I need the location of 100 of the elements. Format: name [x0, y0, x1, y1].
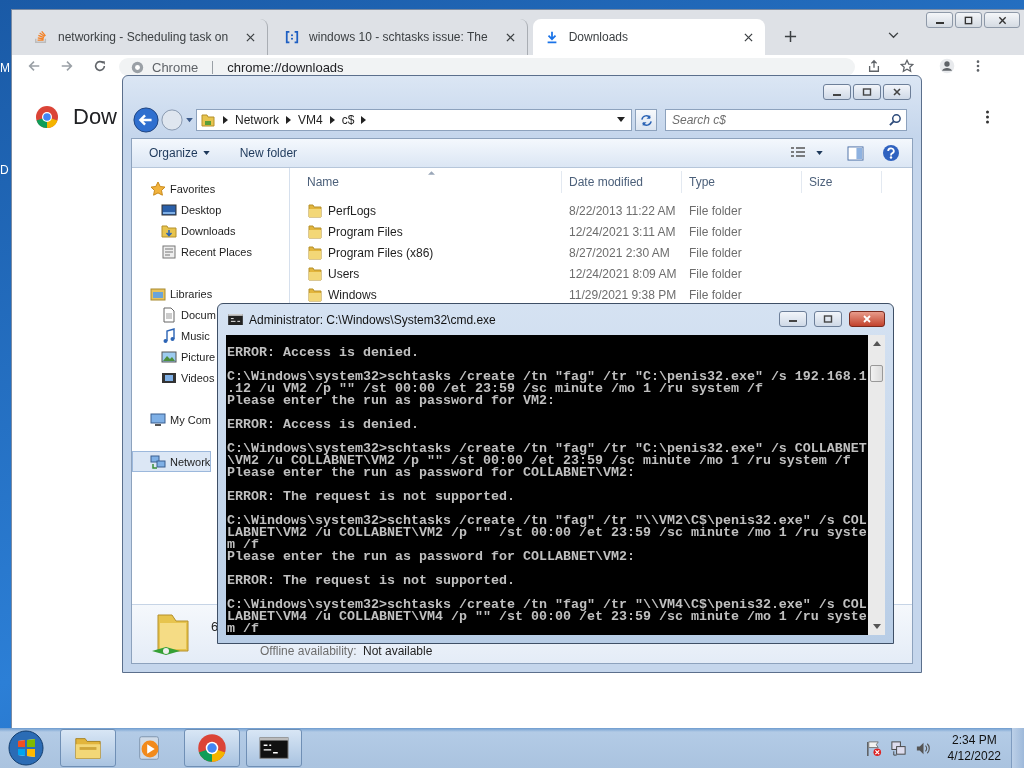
picture-icon — [161, 348, 177, 365]
chevron-right-icon[interactable] — [329, 116, 335, 124]
close-icon[interactable] — [743, 32, 753, 42]
nav-item[interactable]: Picture — [132, 346, 217, 367]
forward-arrow-icon[interactable] — [60, 59, 74, 73]
search-icon[interactable] — [889, 113, 902, 126]
caret-icon[interactable] — [816, 151, 823, 155]
minimize-icon — [789, 320, 797, 322]
search-field[interactable]: Search c$ — [665, 109, 907, 131]
nav-item[interactable]: Libraries — [132, 283, 214, 304]
help-icon[interactable] — [882, 144, 900, 162]
maximize-button[interactable] — [955, 12, 982, 28]
avatar-icon[interactable] — [939, 58, 955, 74]
star-icon[interactable] — [900, 59, 914, 73]
scroll-up-icon[interactable] — [872, 341, 881, 346]
bracket-icon — [285, 30, 300, 44]
nav-item[interactable]: Videos — [132, 367, 216, 388]
scroll-down-icon[interactable] — [872, 624, 881, 629]
nav-item[interactable]: Favorites — [132, 178, 217, 199]
browser-tab[interactable]: windows 10 - schtasks issue: The — [273, 19, 528, 55]
toolbar-button[interactable]: New folder — [231, 141, 306, 165]
column-header[interactable]: Type — [682, 171, 802, 193]
caret-icon — [202, 151, 210, 155]
window-title: Administrator: C:\Windows\System32\cmd.exe — [249, 312, 496, 327]
close-button[interactable] — [984, 12, 1020, 28]
breadcrumb-item[interactable]: c$ — [341, 113, 355, 127]
chevron-right-icon[interactable] — [223, 116, 228, 124]
breadcrumb-item[interactable]: Network — [235, 113, 279, 127]
taskbar-button[interactable] — [246, 729, 302, 767]
browser-tab[interactable]: Downloads — [532, 19, 765, 55]
close-icon[interactable] — [505, 32, 515, 42]
file-name[interactable]: Program Files (x86) — [328, 245, 434, 260]
folder-icon — [307, 244, 323, 261]
file-name[interactable]: Program Files — [328, 224, 403, 239]
stack-icon — [34, 30, 48, 44]
scrollbar[interactable] — [868, 335, 885, 635]
nav-item[interactable]: Docum — [132, 304, 217, 325]
table-cell-text: File folder — [688, 287, 743, 302]
desktop-icon-label[interactable]: D — [0, 163, 9, 177]
close-button[interactable] — [849, 310, 885, 327]
sort-arrow-icon — [428, 171, 435, 175]
console-line: ERROR: The request is not supported. — [227, 491, 516, 503]
file-name[interactable]: PerfLogs — [328, 203, 377, 218]
minimize-button[interactable] — [779, 310, 807, 327]
clock-time[interactable]: 2:34 PM — [951, 732, 997, 748]
nav-item[interactable]: Music — [132, 325, 211, 346]
scroll-thumb[interactable] — [870, 365, 883, 382]
maximize-button[interactable] — [853, 84, 881, 100]
desktop-icon-label[interactable]: M — [0, 61, 10, 75]
close-icon[interactable] — [246, 32, 256, 42]
chevron-right-icon[interactable] — [286, 116, 291, 124]
column-header[interactable]: Date modified — [562, 171, 682, 193]
maximize-button[interactable] — [814, 310, 842, 327]
toolbar-button[interactable]: Organize — [141, 141, 218, 165]
console-line: ERROR: Access is denied. — [227, 347, 420, 359]
nav-item[interactable]: My Com — [132, 409, 212, 430]
detail-label: Offline availability: — [260, 644, 357, 658]
back-arrow-icon[interactable] — [27, 59, 41, 73]
refresh-button[interactable] — [635, 109, 657, 131]
chevron-right-icon[interactable] — [361, 116, 367, 124]
console-line: .12 /u VM2 /p "" /st 00:00 /et 23:59 /sc minute /mo 1 /ru system /f — [227, 383, 764, 395]
star-icon — [150, 180, 166, 197]
console-line: C:\Windows\system32>schtasks /create /tn "fag" /tr "C:\penis32.exe" /s COLLABNET — [227, 443, 868, 455]
nav-item[interactable]: Recent Places — [132, 241, 253, 262]
column-header[interactable]: Size — [802, 171, 882, 193]
file-name[interactable]: Windows — [328, 287, 377, 302]
nav-item[interactable]: Desktop — [132, 199, 223, 220]
table-cell-text: File folder — [688, 224, 743, 239]
start-button[interactable] — [8, 730, 44, 766]
flag-icon[interactable] — [864, 739, 882, 757]
address-bar[interactable]: Network VM4 c$ — [196, 109, 632, 131]
view-options-icon[interactable] — [790, 146, 806, 160]
table-cell-text: 8/27/2021 2:30 AM — [568, 245, 671, 260]
minimize-button[interactable] — [926, 12, 953, 28]
browser-tab[interactable]: networking - Scheduling task on — [22, 19, 269, 55]
caret-icon[interactable] — [617, 117, 625, 123]
nav-item[interactable]: Network — [132, 451, 212, 472]
maximize-icon — [862, 87, 872, 97]
console-line: LABNET\VM4 /u COLLABNET\VM4 /p "" /st 00:00 /et 23:59 /sc minute /mo 1 /ru syste — [227, 611, 868, 623]
share-icon[interactable] — [867, 59, 881, 73]
console-line: Please enter the run as password for COLLABNET\VM2: — [227, 467, 636, 479]
console-line: C:\Windows\system32>schtasks /create /tn "fag" /tr "\\VM2\C$\penis32.exe" /s COL — [227, 515, 868, 527]
back-button[interactable] — [133, 107, 159, 133]
maximize-icon — [964, 15, 973, 25]
table-cell-text: 8/22/2013 11:22 AM — [568, 203, 677, 218]
breadcrumb-item[interactable]: VM4 — [298, 113, 323, 127]
minimize-button[interactable] — [823, 84, 851, 100]
new-tab-icon[interactable] — [783, 30, 797, 43]
console-line: ERROR: The request is not supported. — [227, 575, 516, 587]
menu-icon[interactable] — [985, 109, 990, 125]
file-name[interactable]: Users — [328, 266, 360, 281]
music-note-icon — [161, 327, 177, 344]
network-icon[interactable] — [889, 739, 907, 757]
reload-icon[interactable] — [93, 59, 107, 73]
close-button[interactable] — [883, 84, 911, 100]
nav-item[interactable]: Downloads — [132, 220, 237, 241]
clock-date[interactable]: 4/12/2022 — [947, 748, 1001, 764]
chevron-down-icon[interactable] — [888, 32, 899, 39]
console-line: LABNET\VM2 /u COLLABNET\VM2 /p "" /st 00:00 /et 23:59 /sc minute /mo 1 /ru syste — [227, 527, 868, 539]
address-field[interactable]: Chrome chrome://downloads — [119, 58, 855, 76]
